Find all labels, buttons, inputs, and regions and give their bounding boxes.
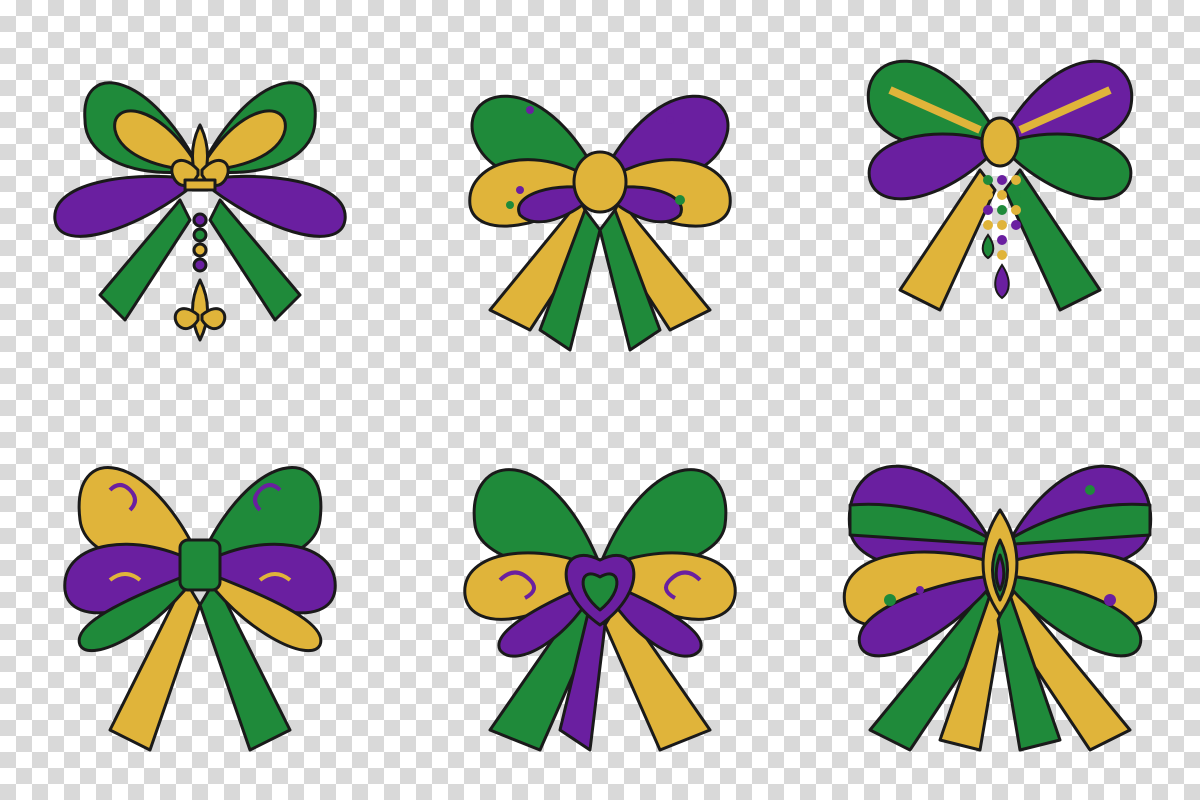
- bow-swirl-pattern: [0, 400, 400, 800]
- bow-bead-strands-graphic: [866, 59, 1134, 312]
- bow-jester-center-graphic: [842, 464, 1158, 752]
- bow-jester-center: [800, 400, 1200, 800]
- bow-heart-center: [400, 400, 800, 800]
- bow-fleur-de-lis-pendant: [0, 0, 400, 400]
- bow-grid: [0, 0, 1200, 800]
- bow-heart-center-graphic: [463, 468, 737, 752]
- bow-gold-knot: [400, 0, 800, 400]
- bow-gold-knot-graphic: [468, 94, 732, 352]
- bow-fleur-de-lis-pendant-graphic: [53, 81, 347, 342]
- bow-bead-strands: [800, 0, 1200, 400]
- bow-swirl-pattern-graphic: [63, 466, 337, 752]
